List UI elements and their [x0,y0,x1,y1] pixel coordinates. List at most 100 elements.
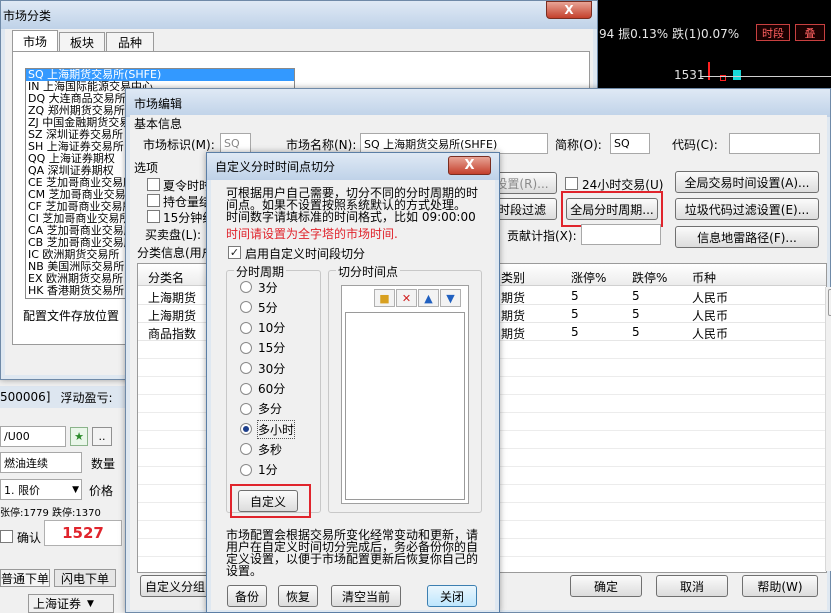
period-radio[interactable]: 10分 [240,320,285,336]
cancel-button[interactable]: 取消 [656,575,728,597]
ticker-text: 94 振0.13% 跌(1)0.07% [599,26,740,41]
chevron-down-icon: ▼ [87,598,94,609]
chevron-down-icon: ▼ [72,484,79,495]
radio-indicator[interactable] [240,281,252,293]
tab-variety[interactable]: 品种 [106,32,154,51]
short-name-field[interactable]: SQ [610,133,650,154]
period-label: 多分 [258,402,283,417]
period-radio[interactable]: 30分 [240,360,285,376]
market-edit-titlebar[interactable]: 市场编辑 [126,89,830,117]
code-input[interactable]: /U00 [0,426,66,447]
radio-indicator[interactable] [240,423,252,436]
float-pnl-label: 浮动盈亏: [60,390,113,405]
dialog-title: 自定义分时时间点切分 [215,160,336,174]
contract-combo[interactable]: 燃油连续 [0,452,82,473]
cell-up: 5 [571,307,579,321]
backup-button[interactable]: 备份 [227,585,267,607]
cell-type: 期货 [501,309,526,323]
ticker-button-period[interactable]: 时段 [756,24,790,41]
broker-select[interactable]: 上海证券 ▼ [28,594,114,613]
window-title: 市场分类 [3,8,52,23]
global-trade-time-button[interactable]: 全局交易时间设置(A)... [675,171,819,193]
arrow-down-icon[interactable]: ▼ [440,289,461,307]
col-type: 类别 [501,271,526,285]
close-button[interactable]: 关闭 [427,585,477,607]
clear-current-button[interactable]: 清空当前 [331,585,401,607]
radio-indicator[interactable] [240,382,252,395]
price-type-select[interactable]: 1. 限价 ▼ [0,479,82,500]
contribution-label: 贡献计指(X): [507,229,577,243]
enable-split-checkbox[interactable]: ✓ [228,246,241,259]
period-radio[interactable]: 多小时 [240,419,296,439]
period-radio[interactable]: 15分 [240,340,285,356]
radio-indicator[interactable] [240,443,252,456]
trade-24h-checkbox[interactable] [565,177,578,190]
cell-up: 5 [571,325,579,339]
cell-down: 5 [632,289,640,303]
tab-market[interactable]: 市场 [12,30,58,51]
radio-indicator[interactable] [240,362,252,375]
close-icon[interactable]: X [448,156,491,175]
split-list-box[interactable]: ■ ✕ ▲ ▼ [341,285,469,504]
radio-indicator[interactable] [240,463,252,476]
radio-indicator[interactable] [240,321,252,334]
close-icon[interactable]: X [546,1,592,19]
broker-name: 上海证券 [33,597,82,611]
tab-normal-order[interactable]: 普通下单 [0,569,50,587]
table-scrollbar[interactable] [825,287,831,571]
market-id-field[interactable]: SQ [220,133,251,154]
custom-group-button[interactable]: 自定义分组 [140,575,210,597]
period-radio[interactable]: 5分 [240,299,278,315]
cell-name: 上海期货 [148,291,197,305]
period-radio[interactable]: 多分 [240,401,282,417]
info-mine-path-button[interactable]: 信息地雷路径(F)... [675,226,819,248]
ticker-button-overlay[interactable]: 叠 [795,24,825,41]
help-button[interactable]: 帮助(W) [742,575,818,597]
ok-button[interactable]: 确定 [570,575,642,597]
lock-icon[interactable]: ★ [70,427,88,446]
period-radio[interactable]: 1分 [240,462,278,478]
delete-icon[interactable]: ✕ [396,289,417,307]
cell-name: 商品指数 [148,327,197,341]
dst-checkbox[interactable] [147,178,160,191]
contribution-field[interactable] [581,224,661,245]
window-title: 市场编辑 [134,96,183,111]
dialog-description-3: 时间数字请填标准的时间格式，比如 09:00:00 [226,210,476,224]
cell-cur: 人民币 [692,327,729,341]
short-name-label: 简称(O): [555,138,602,152]
folder-icon[interactable]: ■ [374,289,395,307]
highlight-global-period [561,191,663,227]
price-type-value: 1. 限价 [4,483,40,497]
more-button[interactable]: .. [92,427,112,446]
period-radio[interactable]: 3分 [240,279,278,295]
code-field[interactable] [729,133,820,154]
period-radio[interactable]: 60分 [240,381,285,397]
col-limit-down: 跌停% [632,271,668,285]
big-price[interactable]: 1527 [44,520,122,546]
tab-flash-order[interactable]: 闪电下单 [54,569,116,587]
restore-button[interactable]: 恢复 [278,585,318,607]
arrow-up-icon[interactable]: ▲ [418,289,439,307]
period-group-title: 分时周期 [234,263,287,280]
split-entries[interactable] [345,312,465,500]
basic-info-heading: 基本信息 [134,117,183,131]
tab-sector[interactable]: 板块 [59,32,105,51]
fifteen-min-checkbox[interactable] [147,210,160,223]
radio-indicator[interactable] [240,301,252,314]
market-name-field[interactable]: SQ 上海期货交易所(SHFE) [360,133,548,154]
options-heading: 选项 [134,161,159,175]
cell-down: 5 [632,307,640,321]
price-line [700,76,831,77]
radio-indicator[interactable] [240,402,252,415]
open-interest-checkbox[interactable] [147,194,160,207]
period-radio[interactable]: 多秒 [240,441,282,457]
junk-code-filter-button[interactable]: 垃圾代码过滤设置(E)... [675,198,819,220]
price-readout: 1531 [674,68,705,82]
confirm-label: 确认 [17,531,42,545]
limit-prices: 张停:1779 跌停:1370 [0,508,101,519]
radio-indicator[interactable] [240,341,252,354]
period-label: 多秒 [258,442,283,457]
config-location-label: 配置文件存放位置 [23,309,120,323]
market-category-titlebar[interactable]: 市场分类 [1,1,597,29]
confirm-checkbox[interactable] [0,530,13,543]
